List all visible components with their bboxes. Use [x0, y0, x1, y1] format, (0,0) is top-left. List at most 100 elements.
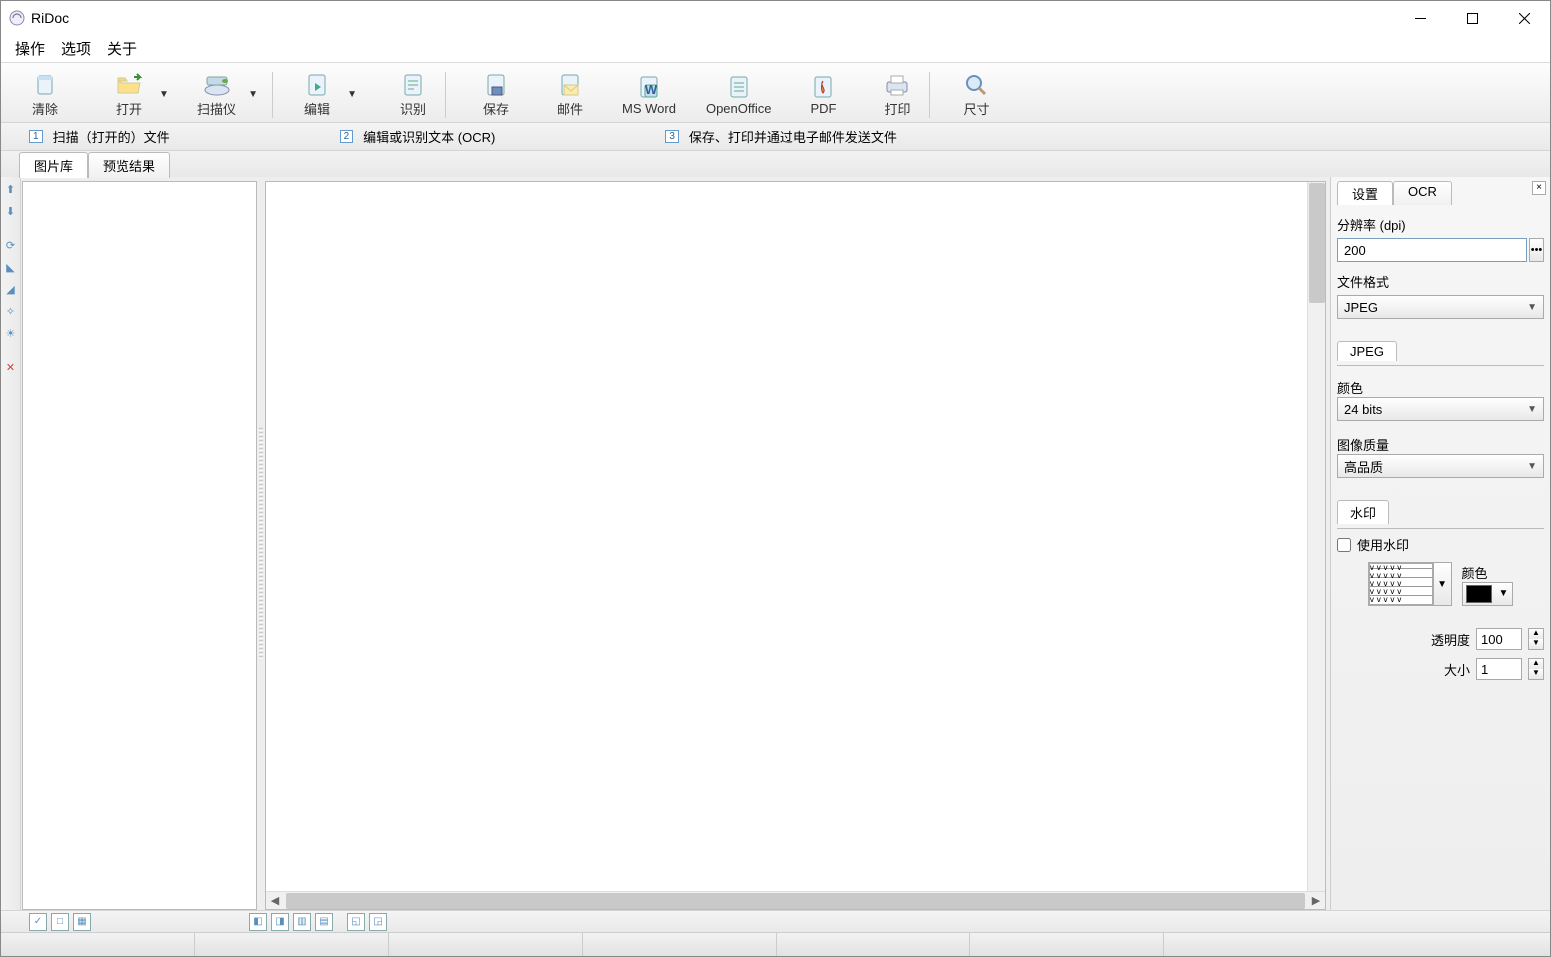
view1-icon[interactable]: ◧	[249, 913, 267, 931]
open-icon	[115, 72, 143, 98]
minimize-button[interactable]	[1394, 1, 1446, 35]
status-cell	[777, 933, 971, 956]
view4-icon[interactable]: ▤	[315, 913, 333, 931]
menu-options[interactable]: 选项	[53, 36, 99, 61]
hint-num-icon: 3	[665, 130, 679, 143]
edit-dropdown-arrow[interactable]: ▼	[345, 89, 359, 100]
panel-close-icon[interactable]: ×	[1532, 181, 1546, 195]
status-cell	[1164, 933, 1550, 956]
hints-bar: 1扫描（打开的）文件 2编辑或识别文本 (OCR) 3保存、打印并通过电子邮件发…	[1, 123, 1550, 151]
jpeg-section-tab[interactable]: JPEG	[1337, 341, 1397, 361]
format-label: 文件格式	[1337, 272, 1544, 291]
checkall-icon[interactable]: ✓	[29, 913, 47, 931]
maximize-button[interactable]	[1446, 1, 1498, 35]
msword-icon: W	[635, 74, 663, 100]
splitter[interactable]	[257, 427, 265, 660]
openoffice-button[interactable]: OpenOffice	[696, 72, 782, 118]
scanner-button[interactable]: 扫描仪	[187, 70, 246, 120]
recognize-button[interactable]: 识别	[385, 70, 441, 120]
close-button[interactable]	[1498, 1, 1550, 35]
msword-button[interactable]: W MS Word	[612, 72, 686, 118]
open-button[interactable]: 打开	[101, 70, 157, 120]
rotate-icon[interactable]: ⟳	[3, 237, 19, 253]
status-cell	[1, 933, 195, 956]
menu-about[interactable]: 关于	[99, 36, 145, 61]
chevron-down-icon: ▼	[1527, 461, 1537, 472]
edit-button[interactable]: 编辑	[289, 70, 345, 120]
watermark-pattern-select[interactable]: vvvvvvvvvvvvvvvvvvvvvvvvv ▼	[1368, 562, 1452, 606]
save-button[interactable]: 保存	[468, 70, 524, 120]
edit-icon	[303, 72, 331, 98]
use-watermark-checkbox[interactable]: 使用水印	[1337, 535, 1544, 554]
size-button[interactable]: 尺寸	[948, 70, 1004, 120]
hint-num-icon: 2	[340, 130, 354, 143]
menu-action[interactable]: 操作	[7, 36, 53, 61]
scanner-icon	[203, 72, 231, 98]
hint-1: 1扫描（打开的）文件	[29, 127, 170, 146]
canvas-wrap: ◀▶	[265, 181, 1326, 910]
brightness-icon[interactable]: ☀	[3, 325, 19, 341]
watermark-section-tab[interactable]: 水印	[1337, 500, 1389, 524]
bottom-toolbar: ✓ □ ▦ ◧ ◨ ▥ ▤ ◱ ◲	[1, 910, 1550, 932]
opacity-spinner[interactable]: ▲▼	[1528, 628, 1544, 650]
watermark-color-select[interactable]: ▼	[1462, 582, 1514, 606]
pdf-button[interactable]: PDF	[795, 72, 851, 118]
format-select[interactable]: JPEG▼	[1337, 295, 1544, 319]
menubar: 操作 选项 关于	[1, 35, 1550, 63]
statusbar	[1, 932, 1550, 956]
horizontal-scrollbar[interactable]: ◀▶	[266, 891, 1325, 909]
adjust-icon[interactable]: ✧	[3, 303, 19, 319]
rp-tab-settings[interactable]: 设置	[1337, 181, 1393, 205]
hint-num-icon: 1	[29, 130, 43, 143]
delete-icon[interactable]: ✕	[3, 359, 19, 375]
quality-select[interactable]: 高品质▼	[1337, 454, 1544, 478]
main-area: ⬆ ⬇ ⟳ ◣ ◢ ✧ ☀ ✕ ◀▶ × 设置 OCR 分辨率 (dpi) ••…	[1, 177, 1550, 910]
tab-gallery[interactable]: 图片库	[19, 152, 88, 178]
zoom2-icon[interactable]: ◲	[369, 913, 387, 931]
status-cell	[970, 933, 1164, 956]
chevron-down-icon: ▼	[1495, 588, 1513, 599]
vertical-scrollbar[interactable]	[1307, 182, 1325, 891]
color-select[interactable]: 24 bits▼	[1337, 397, 1544, 421]
magnifier-icon	[962, 72, 990, 98]
clear-icon	[31, 72, 59, 98]
toolbar-separator	[272, 72, 273, 118]
move-up-icon[interactable]: ⬆	[3, 181, 19, 197]
chevron-down-icon: ▼	[1433, 563, 1451, 605]
status-cell	[583, 933, 777, 956]
watermark-pattern-preview: vvvvvvvvvvvvvvvvvvvvvvvvv	[1369, 563, 1433, 605]
dpi-input[interactable]	[1337, 238, 1527, 262]
open-dropdown-arrow[interactable]: ▼	[157, 89, 171, 100]
print-button[interactable]: 打印	[869, 70, 925, 120]
uncheckall-icon[interactable]: □	[51, 913, 69, 931]
watermark-color-label: 颜色	[1462, 563, 1514, 582]
right-panel: × 设置 OCR 分辨率 (dpi) ••• 文件格式 JPEG▼ JPEG 颜…	[1330, 177, 1550, 910]
hint-3: 3保存、打印并通过电子邮件发送文件	[665, 127, 897, 146]
chevron-down-icon: ▼	[1527, 404, 1537, 415]
main-tabs: 图片库 预览结果	[1, 151, 1550, 177]
rotate-right-icon[interactable]: ◢	[3, 281, 19, 297]
gallery-pane	[22, 181, 257, 910]
mail-button[interactable]: 邮件	[542, 70, 598, 120]
scanner-dropdown-arrow[interactable]: ▼	[246, 89, 260, 100]
size-spinner[interactable]: ▲▼	[1528, 658, 1544, 680]
opacity-input[interactable]	[1476, 628, 1522, 650]
titlebar: RiDoc	[1, 1, 1550, 35]
view2-icon[interactable]: ◨	[271, 913, 289, 931]
clear-button[interactable]: 清除	[17, 70, 73, 120]
mail-icon	[556, 72, 584, 98]
grid-icon[interactable]: ▦	[73, 913, 91, 931]
left-toolbar: ⬆ ⬇ ⟳ ◣ ◢ ✧ ☀ ✕	[1, 177, 21, 910]
color-label: 颜色	[1337, 378, 1544, 397]
dpi-more-button[interactable]: •••	[1529, 238, 1544, 262]
rp-tab-ocr[interactable]: OCR	[1393, 181, 1452, 205]
move-down-icon[interactable]: ⬇	[3, 203, 19, 219]
zoom1-icon[interactable]: ◱	[347, 913, 365, 931]
rotate-left-icon[interactable]: ◣	[3, 259, 19, 275]
size-input[interactable]	[1476, 658, 1522, 680]
dpi-label: 分辨率 (dpi)	[1337, 215, 1544, 234]
opacity-label: 透明度	[1431, 630, 1470, 649]
tab-preview[interactable]: 预览结果	[88, 152, 170, 178]
recognize-icon	[399, 72, 427, 98]
view3-icon[interactable]: ▥	[293, 913, 311, 931]
